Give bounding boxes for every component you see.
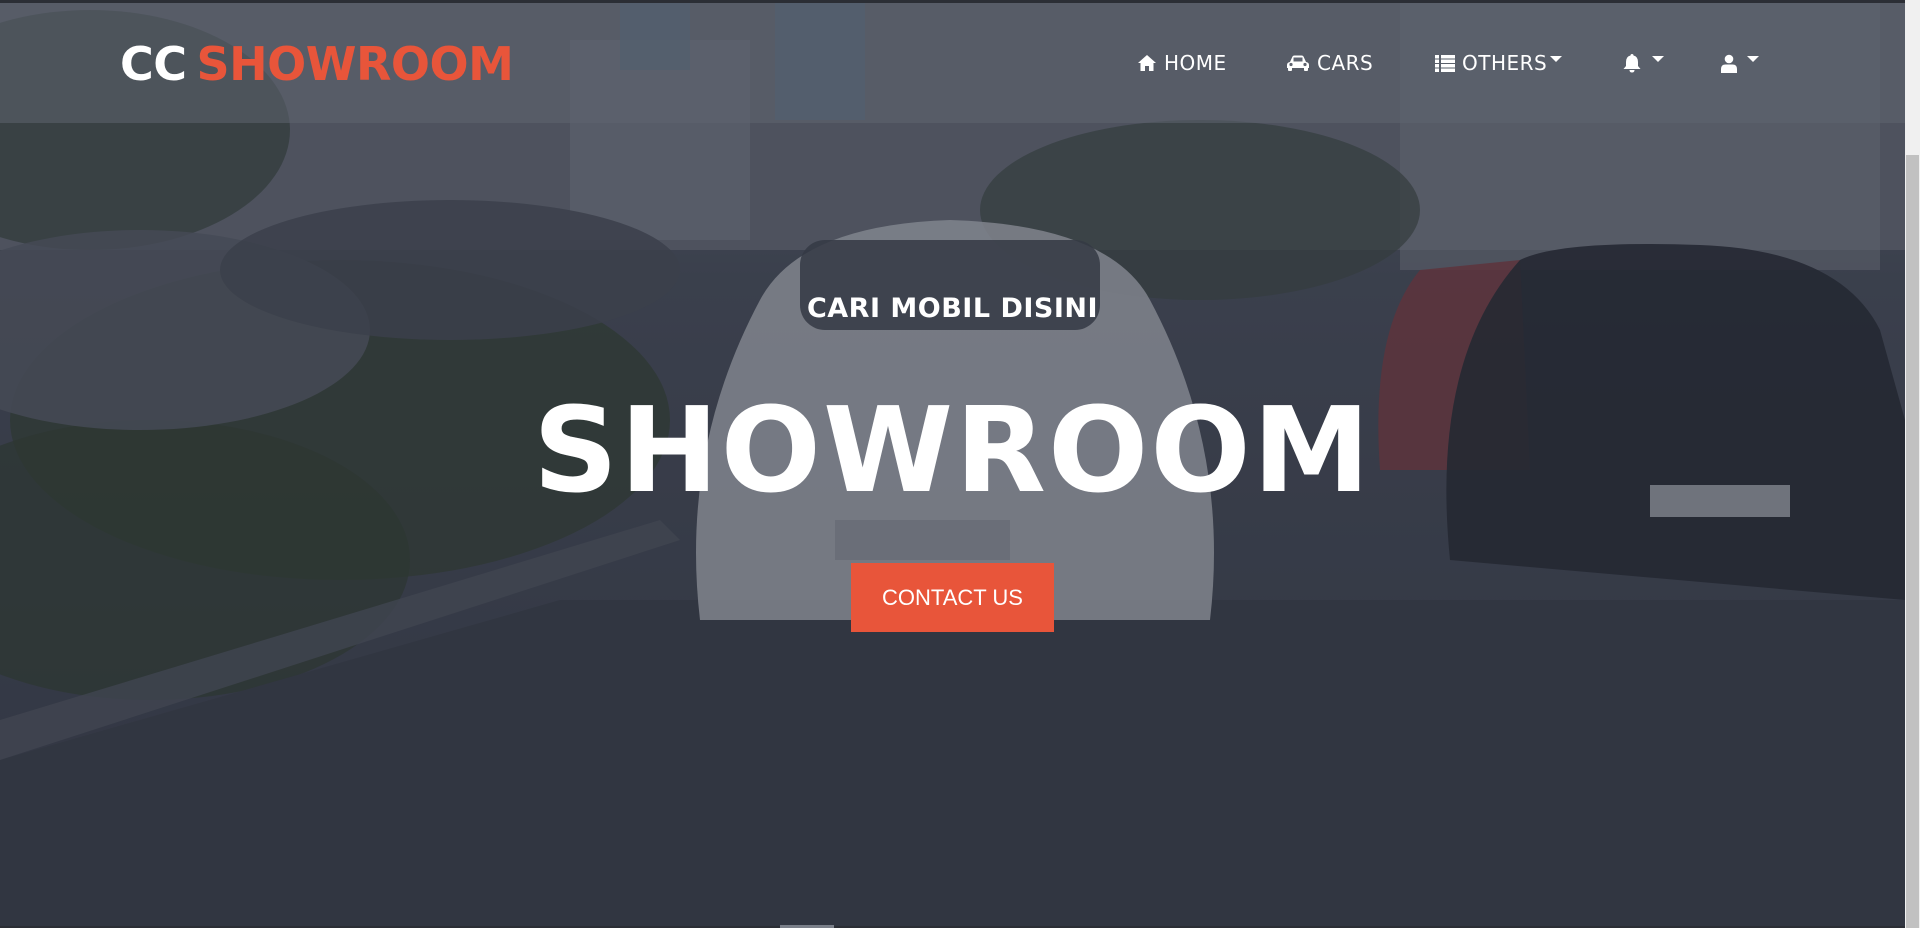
brand-logo-part1: CC xyxy=(120,37,187,91)
nav-home-link[interactable]: HOME xyxy=(1137,48,1227,78)
navbar: CC SHOWROOM HOME CARS OTHERS xyxy=(0,3,1920,123)
home-icon xyxy=(1137,54,1157,72)
page: CC SHOWROOM HOME CARS OTHERS CARI MOBIL … xyxy=(0,0,1920,928)
hero-title: SHOWROOM xyxy=(532,381,1373,519)
brand-logo[interactable]: CC SHOWROOM xyxy=(120,36,514,92)
user-icon xyxy=(1721,54,1737,73)
brand-logo-part2: SHOWROOM xyxy=(196,37,514,91)
chevron-down-icon xyxy=(1550,56,1563,62)
user-dropdown[interactable] xyxy=(1721,48,1759,78)
nav-cars-label: CARS xyxy=(1317,51,1374,75)
list-icon xyxy=(1435,54,1455,72)
nav-others-label: OTHERS xyxy=(1462,51,1548,75)
chevron-down-icon xyxy=(1652,56,1664,62)
notifications-dropdown[interactable] xyxy=(1622,48,1664,78)
bell-icon xyxy=(1622,53,1642,73)
contact-us-button[interactable]: CONTACT US xyxy=(851,563,1054,632)
car-icon xyxy=(1286,54,1310,72)
nav-home-label: HOME xyxy=(1164,51,1227,75)
scrollbar-thumb[interactable] xyxy=(1906,155,1919,928)
chevron-down-icon xyxy=(1747,56,1759,62)
scrollbar-track[interactable] xyxy=(1905,0,1920,928)
hero-subtitle: CARI MOBIL DISINI xyxy=(806,293,1099,324)
nav-cars-link[interactable]: CARS xyxy=(1286,48,1373,78)
nav-others-dropdown[interactable]: OTHERS xyxy=(1435,48,1563,78)
